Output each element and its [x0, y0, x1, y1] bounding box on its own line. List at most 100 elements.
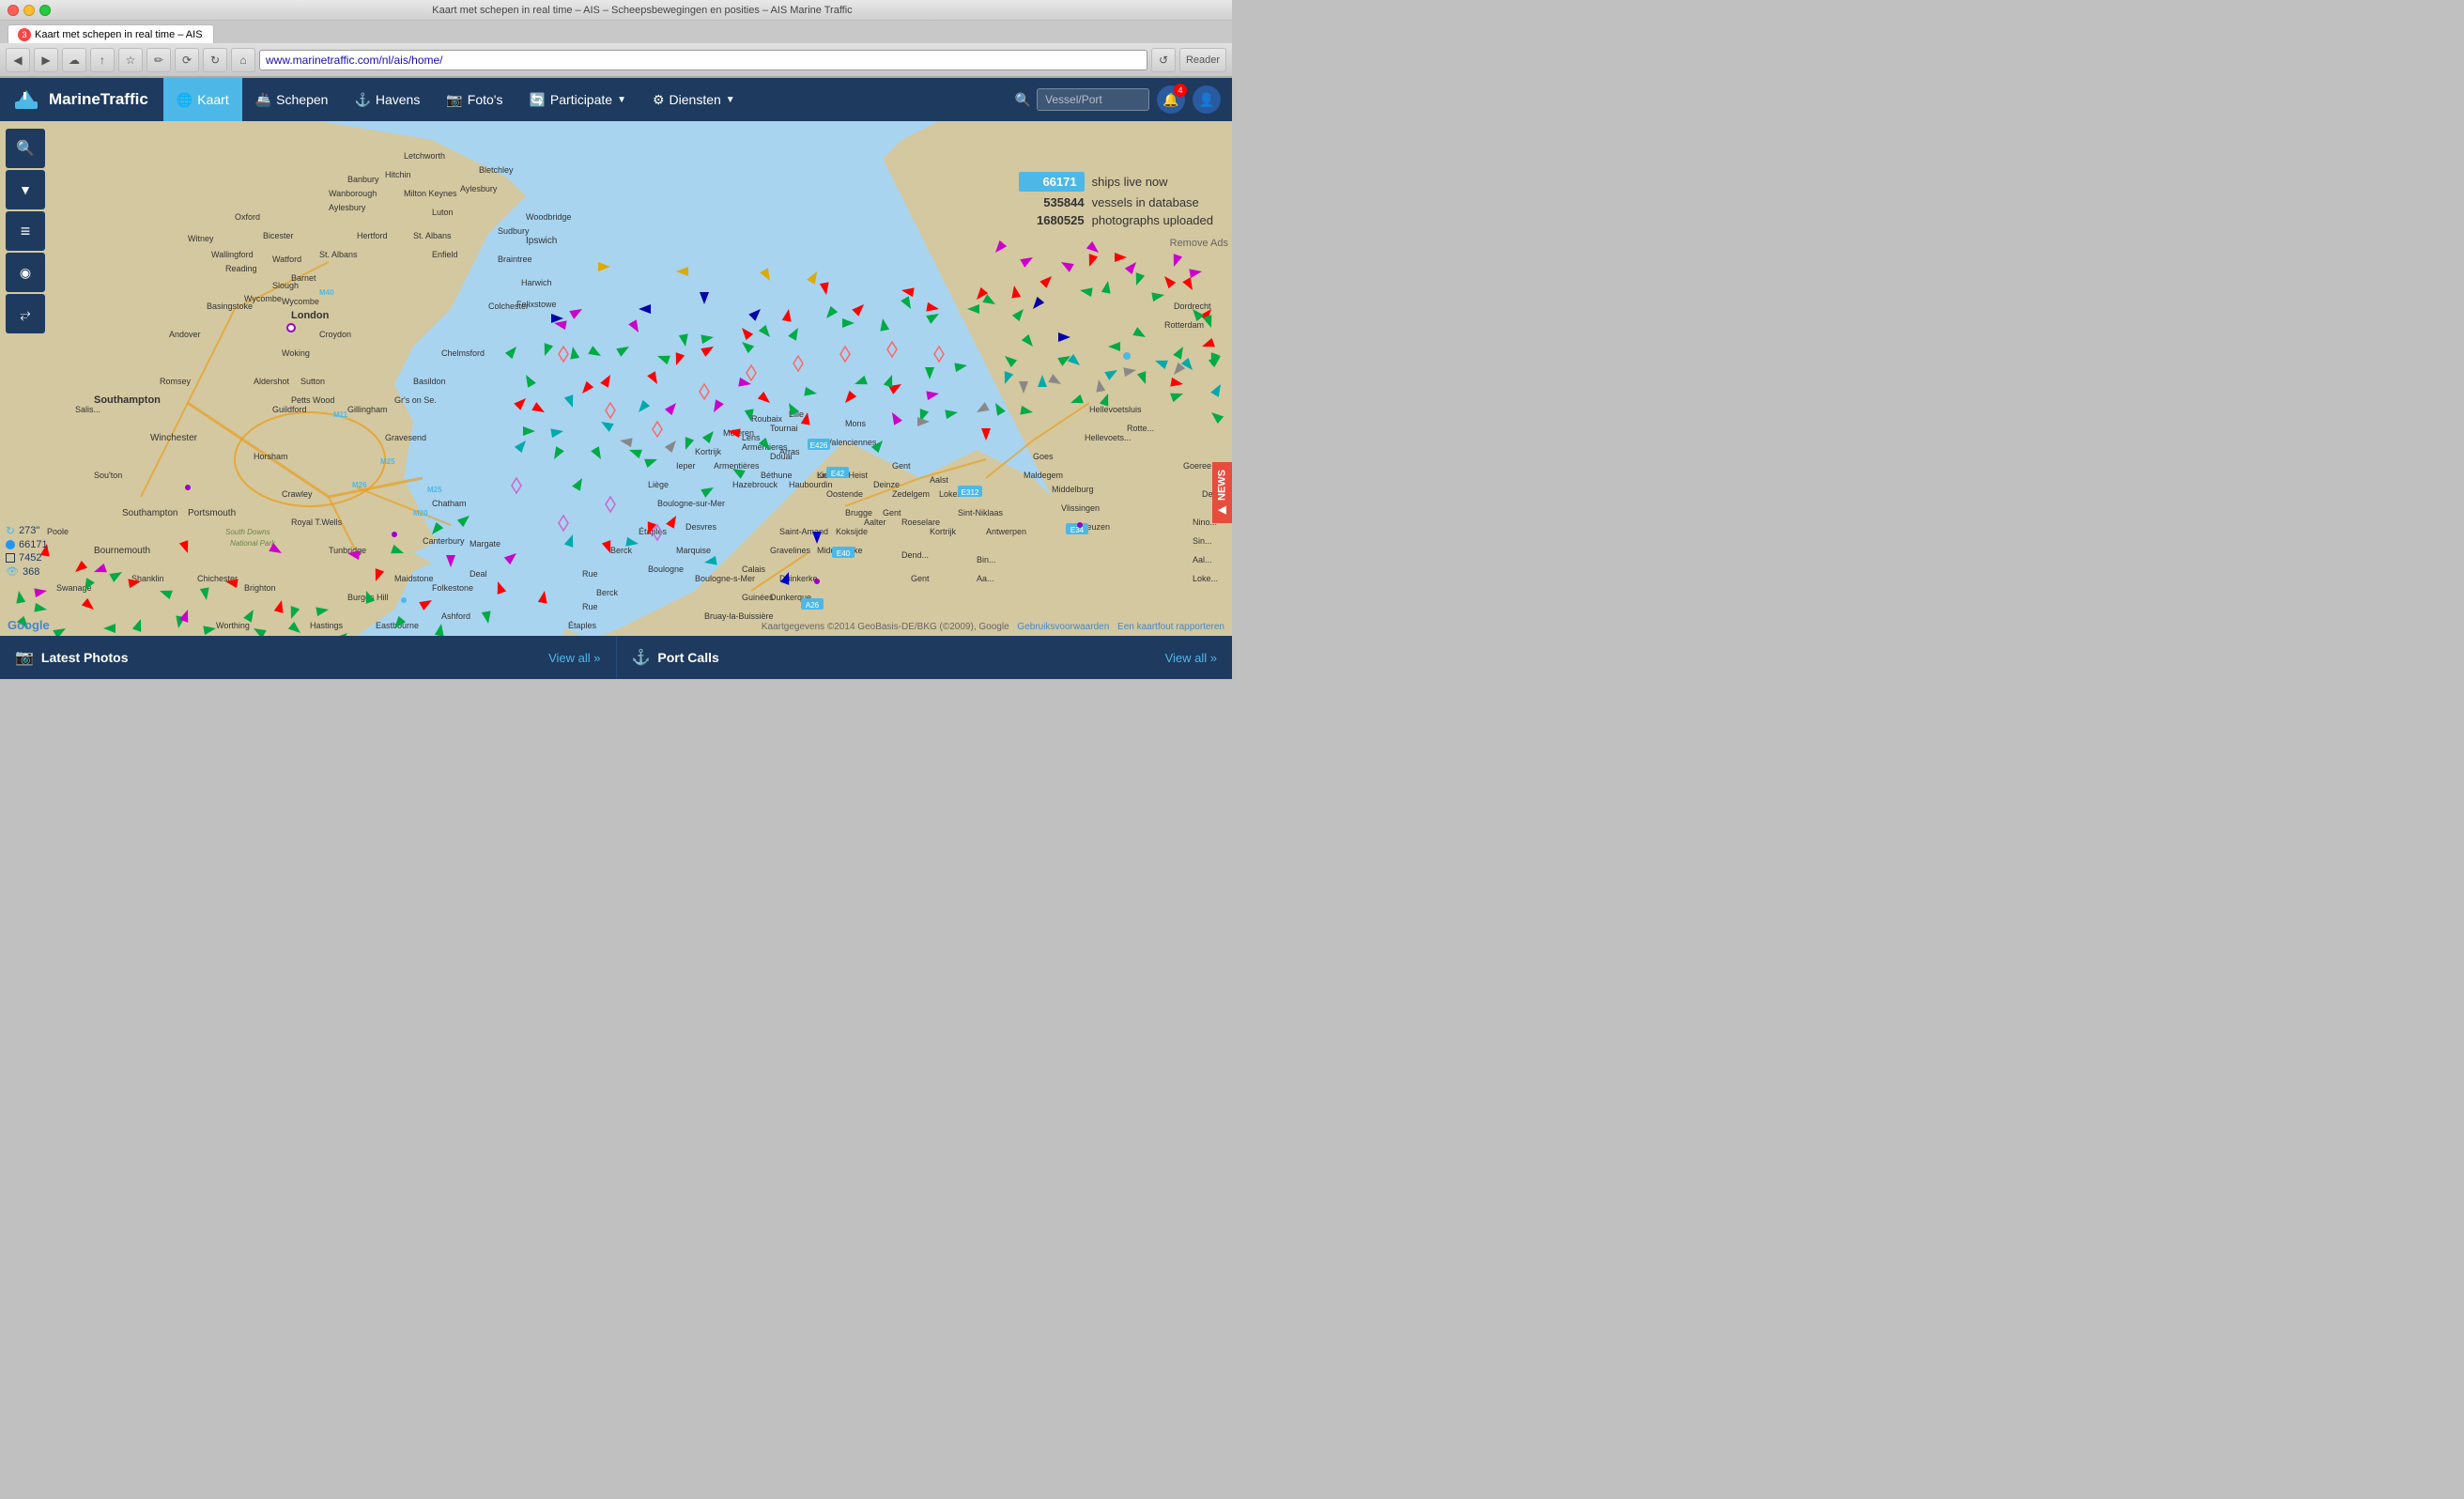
ships-mini-count: 66171 — [19, 539, 48, 550]
svg-text:Royal T.Wells: Royal T.Wells — [291, 518, 343, 527]
svg-text:Horsham: Horsham — [254, 452, 288, 461]
svg-text:Felixstowe: Felixstowe — [516, 300, 557, 309]
back-button[interactable]: ◀ — [6, 48, 30, 72]
havens-icon: ⚓ — [354, 92, 370, 108]
reader-button[interactable]: Reader — [1179, 48, 1226, 72]
svg-text:Woking: Woking — [282, 348, 310, 358]
logo[interactable]: MarineTraffic — [11, 85, 148, 115]
nav-item-schepen[interactable]: 🚢 Schepen — [242, 78, 342, 121]
forward-button[interactable]: ▶ — [34, 48, 58, 72]
app-nav: MarineTraffic 🌐 Kaart 🚢 Schepen ⚓ Havens… — [0, 78, 1232, 121]
minimize-button[interactable] — [23, 5, 35, 16]
svg-text:Hellevoets...: Hellevoets... — [1085, 433, 1132, 442]
stat-row-live: 66171 ships live now — [1019, 172, 1213, 192]
close-button[interactable] — [8, 5, 19, 16]
vessel-search-input[interactable] — [1037, 88, 1149, 111]
svg-text:M40: M40 — [319, 288, 334, 297]
svg-text:Dend...: Dend... — [901, 550, 929, 560]
latest-photos-label: Latest Photos — [41, 650, 129, 665]
map-container[interactable]: Salis... Sou'ton Poole Bournemouth Shank… — [0, 121, 1232, 636]
home-button[interactable]: ⌂ — [231, 48, 255, 72]
bottom-bar: 📷 Latest Photos View all » ⚓ Port Calls … — [0, 636, 1232, 679]
fotos-icon: 📷 — [446, 92, 462, 108]
svg-text:Salis...: Salis... — [75, 405, 100, 414]
report-link[interactable]: Een kaartfout rapporteren — [1117, 622, 1224, 632]
nav-item-fotos[interactable]: 📷 Foto's — [433, 78, 516, 121]
tab-notification: 3 — [18, 28, 31, 41]
svg-text:Winchester: Winchester — [150, 433, 198, 443]
svg-text:Kortrijk: Kortrijk — [930, 527, 957, 536]
notifications-button[interactable]: 🔔 4 — [1157, 85, 1185, 114]
svg-text:Watford: Watford — [272, 255, 301, 264]
browser-tab[interactable]: 3 Kaart met schepen in real time – AIS –… — [8, 24, 214, 43]
latest-photos-section[interactable]: 📷 Latest Photos View all » — [0, 636, 617, 679]
svg-text:Deinze: Deinze — [873, 480, 900, 489]
nav-item-diensten[interactable]: ⚙ Diensten ▼ — [639, 78, 748, 121]
svg-text:Étaples: Étaples — [568, 621, 597, 630]
svg-text:Andover: Andover — [169, 330, 201, 339]
svg-text:Basildon: Basildon — [413, 377, 446, 386]
diensten-icon: ⚙ — [653, 92, 665, 108]
svg-text:Milton Keynes: Milton Keynes — [404, 189, 457, 198]
svg-text:Mons: Mons — [845, 419, 867, 428]
map-filter-button[interactable]: ▼ — [6, 170, 45, 209]
svg-text:Canterbury: Canterbury — [423, 536, 465, 546]
news-badge[interactable]: ◀ NEWS — [1212, 462, 1232, 523]
google-text: Google — [8, 618, 50, 632]
nav-item-kaart[interactable]: 🌐 Kaart — [163, 78, 242, 121]
svg-text:Deal: Deal — [470, 569, 487, 579]
back2-button[interactable]: ⟳ — [175, 48, 199, 72]
svg-text:Arras: Arras — [779, 447, 800, 456]
map-search-button[interactable]: 🔍 — [6, 129, 45, 168]
svg-text:Goeree: Goeree — [1183, 461, 1211, 471]
user-menu-button[interactable]: 👤 — [1193, 85, 1221, 114]
svg-text:Brugge: Brugge — [845, 508, 872, 518]
map-fullscreen-button[interactable]: ⥂ — [6, 294, 45, 333]
svg-text:National Park: National Park — [230, 539, 276, 548]
svg-text:Hellevoetsluis: Hellevoetsluis — [1089, 405, 1142, 414]
nav-actions: 🔔 4 👤 — [1157, 85, 1221, 114]
participate-label: Participate — [550, 92, 612, 107]
diensten-chevron: ▼ — [726, 95, 735, 105]
google-watermark: Google — [8, 618, 50, 632]
svg-text:Brighton: Brighton — [244, 583, 276, 593]
refresh-icon: ↻ — [6, 524, 15, 537]
address-bar[interactable]: www.marinetraffic.com/nl/ais/home/ — [259, 50, 1147, 70]
svg-text:Hastings: Hastings — [310, 621, 344, 630]
reload-button[interactable]: ↺ — [1151, 48, 1176, 72]
svg-text:Luton: Luton — [432, 208, 454, 217]
map-layers-button[interactable]: ≡ — [6, 211, 45, 251]
annotate-button[interactable]: ✏ — [146, 48, 171, 72]
ships-dot — [6, 540, 15, 549]
svg-text:Marquise: Marquise — [676, 546, 711, 555]
svg-text:London: London — [291, 310, 330, 321]
participate-chevron: ▼ — [617, 95, 626, 105]
svg-text:Chelmsford: Chelmsford — [441, 348, 485, 358]
svg-text:Wycombe: Wycombe — [244, 294, 282, 303]
search-icon[interactable]: 🔍 — [1015, 92, 1031, 108]
map-stat-views: 👁 368 — [6, 565, 48, 578]
cloud-button[interactable]: ☁ — [62, 48, 86, 72]
svg-text:Harwich: Harwich — [521, 278, 552, 287]
svg-text:Zedelgem: Zedelgem — [892, 489, 930, 499]
svg-text:Gr's on Se.: Gr's on Se. — [394, 395, 437, 405]
nav-item-participate[interactable]: 🔄 Participate ▼ — [516, 78, 639, 121]
svg-text:Witney: Witney — [188, 234, 214, 243]
latest-photos-link[interactable]: View all » — [548, 651, 600, 665]
refresh-button[interactable]: ↻ — [203, 48, 227, 72]
map-network-button[interactable]: ◉ — [6, 253, 45, 292]
share-button[interactable]: ↑ — [90, 48, 115, 72]
terms-link[interactable]: Gebruiksvoorwaarden — [1017, 622, 1109, 632]
svg-text:Hitchin: Hitchin — [385, 170, 411, 179]
svg-text:Oxford: Oxford — [235, 212, 260, 222]
svg-text:Crawley: Crawley — [282, 489, 313, 499]
port-calls-link[interactable]: View all » — [1165, 651, 1217, 665]
svg-text:Oostende: Oostende — [826, 489, 863, 499]
bookmark-button[interactable]: ☆ — [118, 48, 143, 72]
port-calls-section[interactable]: ⚓ Port Calls View all » — [617, 636, 1233, 679]
svg-text:Guildford: Guildford — [272, 405, 307, 414]
nav-item-havens[interactable]: ⚓ Havens — [341, 78, 433, 121]
maximize-button[interactable] — [39, 5, 51, 16]
svg-text:Braintree: Braintree — [498, 255, 532, 264]
svg-text:Boulogne-sur-Mer: Boulogne-sur-Mer — [657, 499, 725, 508]
